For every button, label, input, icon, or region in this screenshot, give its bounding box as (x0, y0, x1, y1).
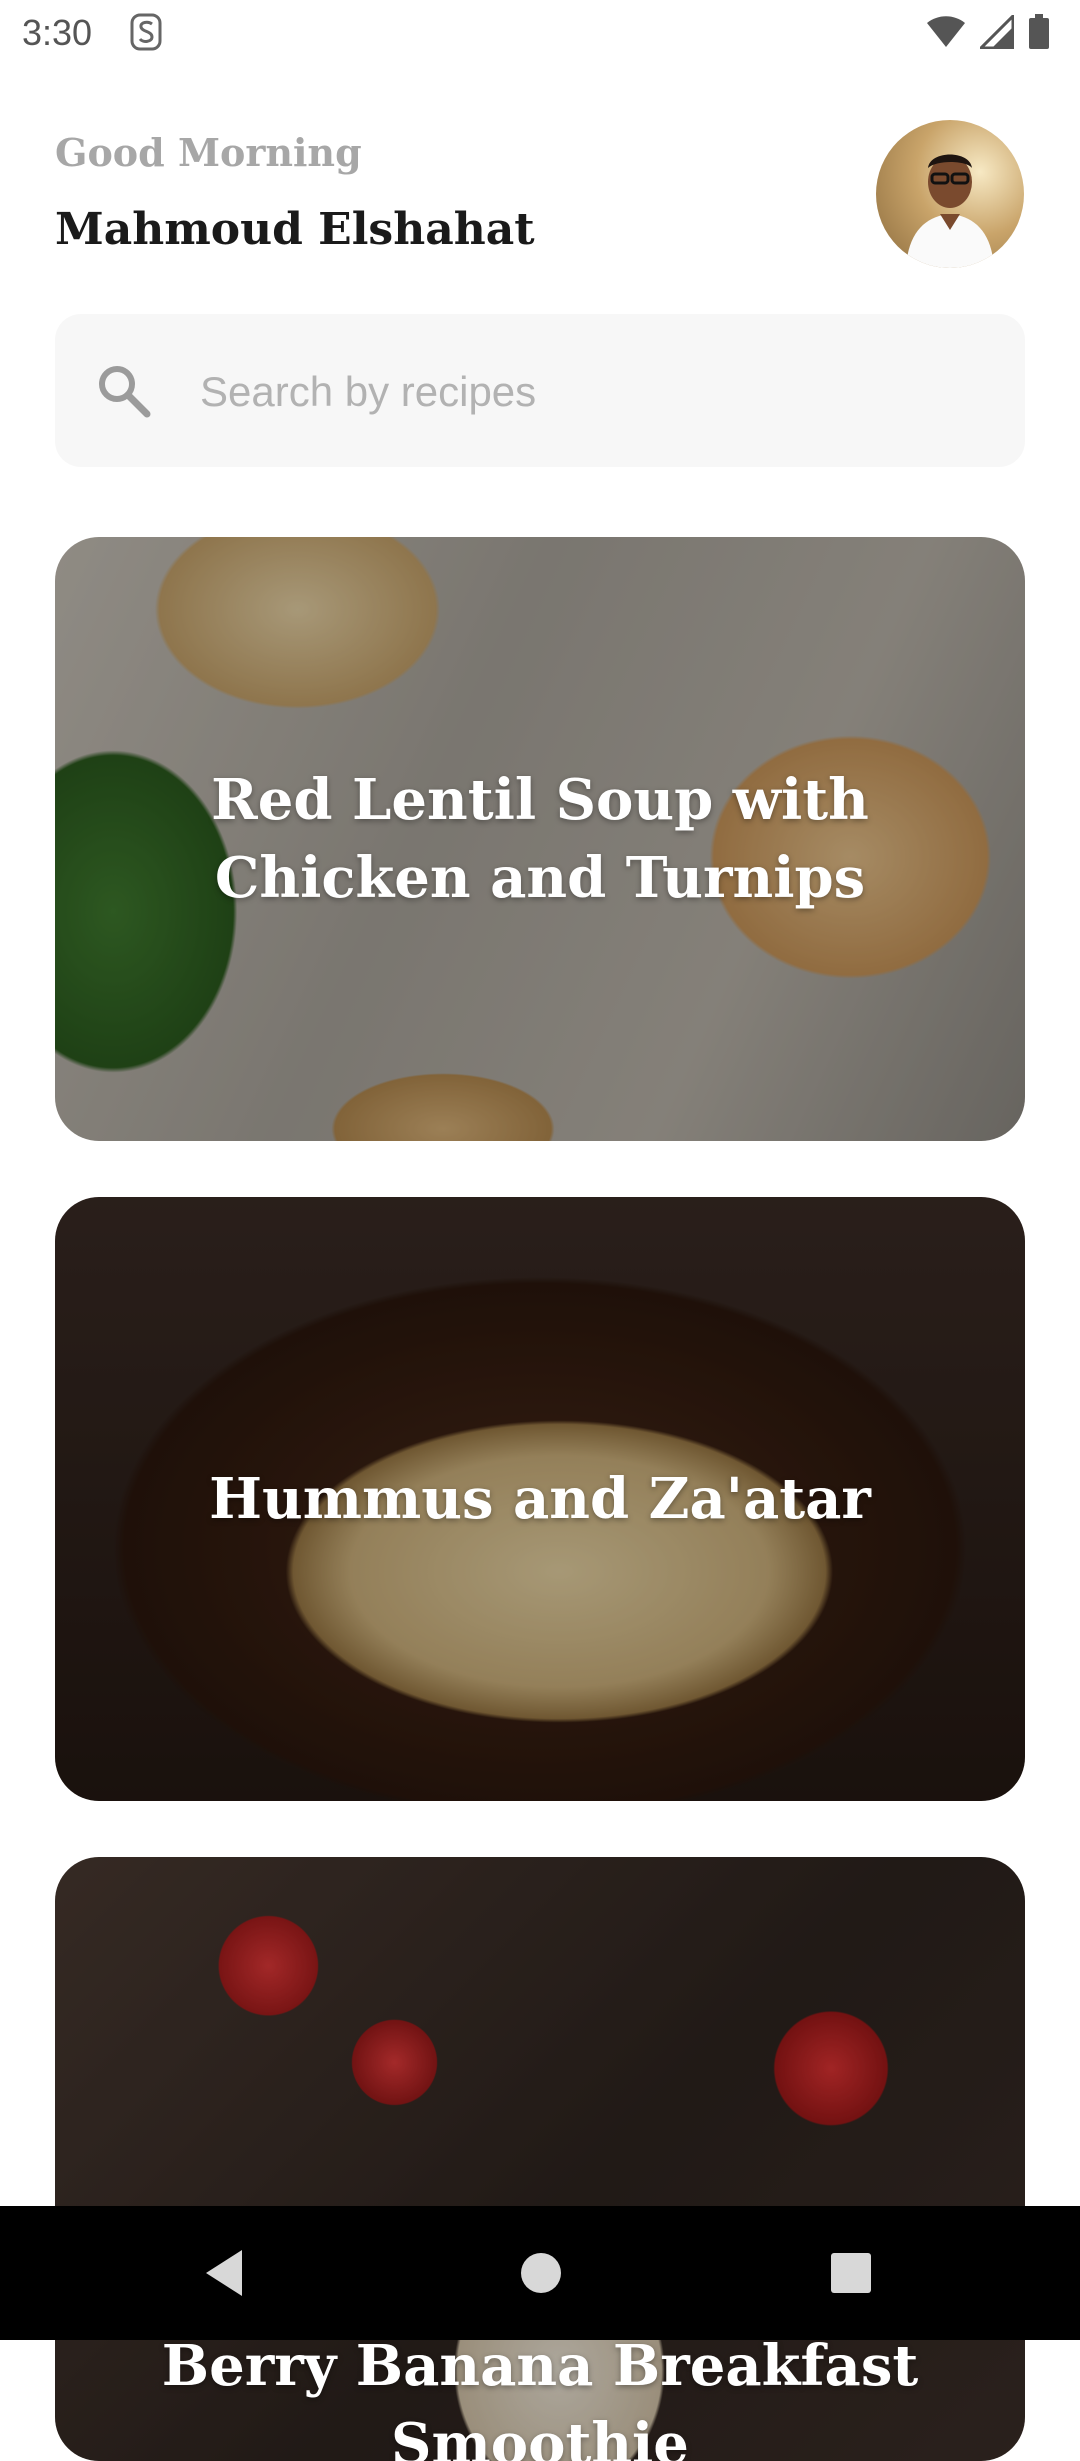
status-icons (926, 12, 1050, 55)
wifi-icon (926, 15, 966, 54)
navigation-bar (0, 2206, 1080, 2340)
s-notification-icon (128, 12, 164, 52)
user-name: Mahmoud Elshahat (55, 204, 535, 255)
search-icon (95, 362, 153, 420)
recipe-title: Berry Banana Breakfast Smoothie (161, 2333, 919, 2461)
recipe-card[interactable]: Red Lentil Soup with Chicken and Turnips (55, 537, 1025, 1141)
search-input[interactable] (198, 354, 982, 430)
avatar[interactable] (876, 120, 1024, 268)
status-time: 3:30 (22, 12, 93, 53)
greeting-text: Good Morning (55, 130, 362, 175)
battery-icon (1028, 14, 1050, 55)
recents-icon[interactable] (820, 2242, 882, 2304)
recipe-title: Hummus and Za'atar (209, 1466, 871, 1532)
recipe-card[interactable]: Berry Banana Breakfast Smoothie (55, 1857, 1025, 2461)
recipe-card[interactable]: Hummus and Za'atar (55, 1197, 1025, 1801)
cellular-signal-icon (977, 12, 1015, 54)
recipe-title: Red Lentil Soup with Chicken and Turnips (211, 767, 869, 911)
home-icon[interactable] (510, 2242, 572, 2304)
status-bar: 3:30 (0, 0, 1080, 66)
search-bar[interactable] (55, 314, 1025, 467)
back-icon[interactable] (196, 2242, 258, 2304)
